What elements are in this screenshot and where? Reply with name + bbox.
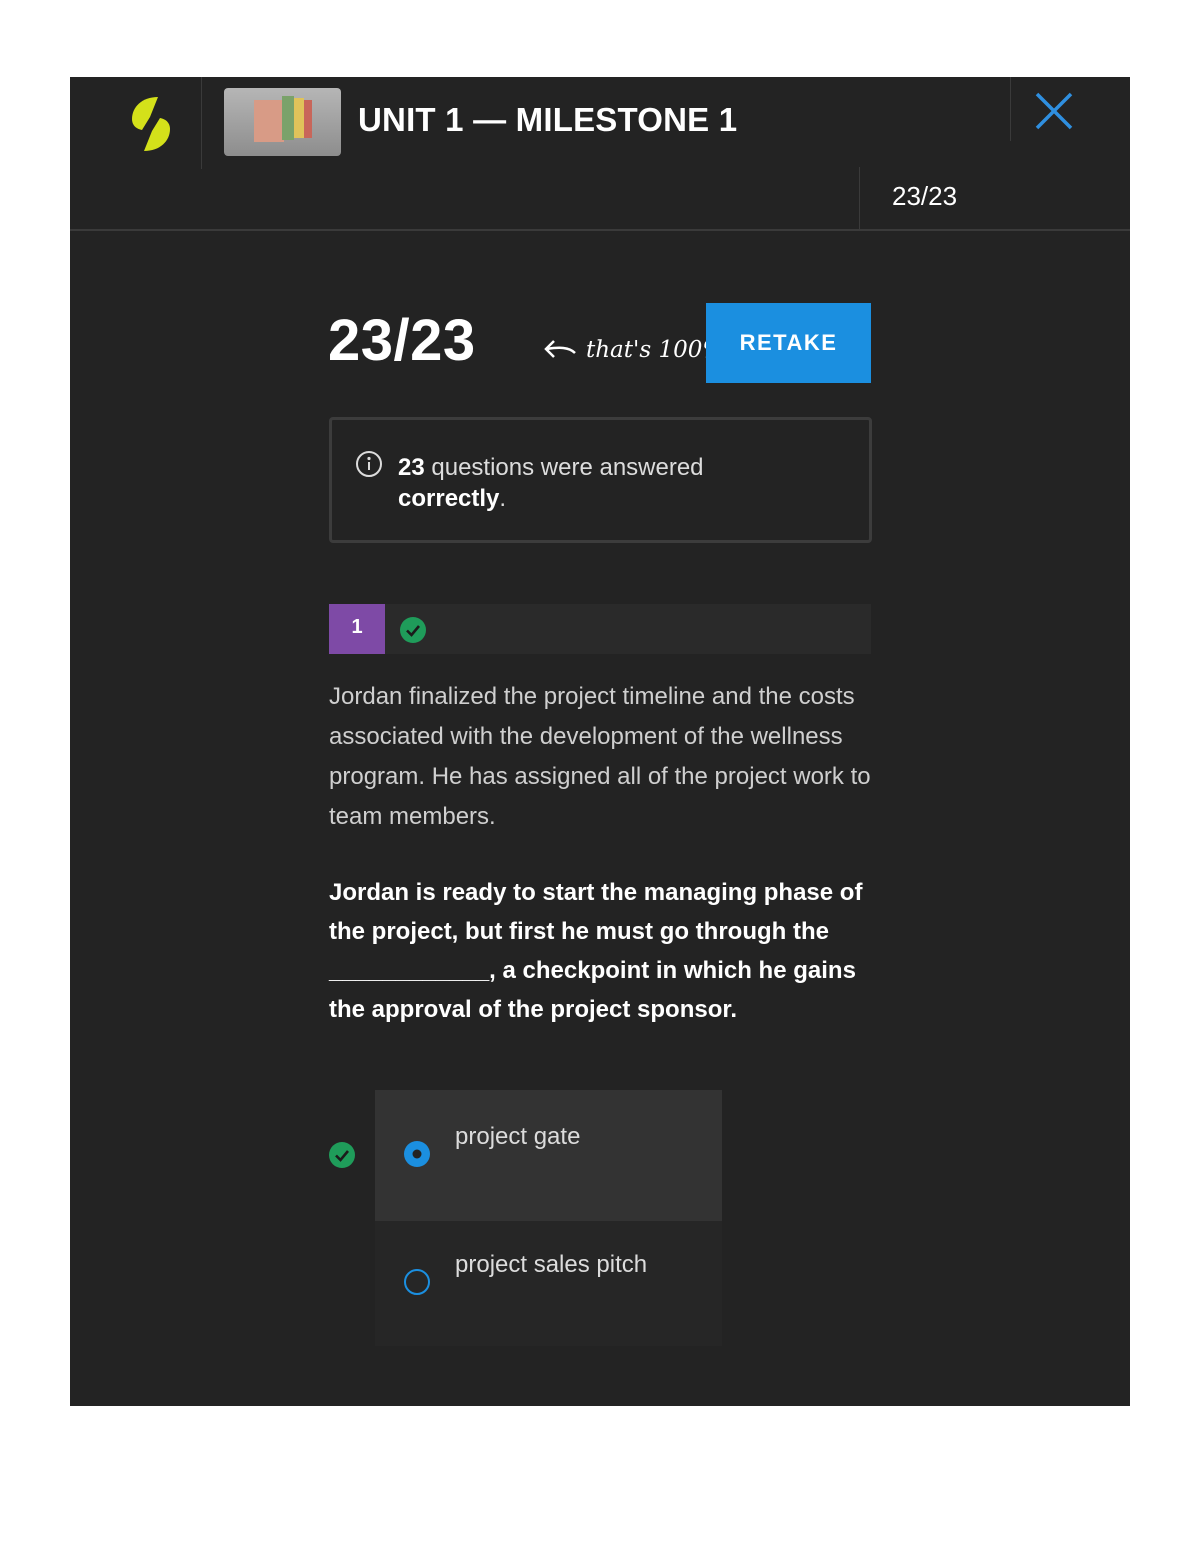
score-display: 23/23 xyxy=(328,308,476,373)
header-divider-right xyxy=(1010,77,1011,141)
correct-count: 23 xyxy=(398,454,425,481)
header-rule xyxy=(70,229,1130,231)
result-summary-text: 23 questions were answered correctly. xyxy=(398,452,818,514)
radio-selected-icon[interactable] xyxy=(402,1139,432,1169)
question-prompt: Jordan is ready to start the managing ph… xyxy=(329,879,863,1023)
correct-check-icon xyxy=(400,617,426,643)
page-title: UNIT 1 — MILESTONE 1 xyxy=(358,101,738,138)
score-note: that's 100% xyxy=(586,337,725,363)
retake-button[interactable]: RETAKE xyxy=(706,303,871,383)
quiz-results-panel: UNIT 1 — MILESTONE 1 23/23 23/23 that's … xyxy=(70,77,1130,1406)
result-summary-box: 23 questions were answered correctly. xyxy=(329,417,872,543)
answer-option-label: project sales pitch xyxy=(455,1251,648,1278)
sophia-logo-icon[interactable] xyxy=(128,95,174,153)
question-number-badge[interactable]: 1 xyxy=(329,604,385,654)
question-header: 1 xyxy=(329,604,871,654)
answer-option-project-gate[interactable]: project gate xyxy=(375,1090,722,1221)
close-icon[interactable] xyxy=(1034,91,1074,131)
summary-text-mid: questions were answered xyxy=(424,454,704,481)
arrow-left-icon xyxy=(544,340,576,358)
progress-divider xyxy=(859,167,860,229)
answer-option-project-sales-pitch[interactable]: project sales pitch xyxy=(375,1221,722,1346)
header-divider xyxy=(201,77,202,169)
question-intro: Jordan finalized the project timeline an… xyxy=(329,683,871,830)
summary-text-end: . xyxy=(499,485,507,512)
course-thumbnail xyxy=(224,88,341,156)
progress-counter: 23/23 xyxy=(892,181,958,211)
summary-text-bold: correctly xyxy=(398,485,500,512)
answer-option-label: project gate xyxy=(455,1123,581,1150)
radio-unselected-icon[interactable] xyxy=(402,1267,432,1297)
answer-correct-check-icon xyxy=(329,1142,355,1168)
info-icon xyxy=(356,451,382,477)
